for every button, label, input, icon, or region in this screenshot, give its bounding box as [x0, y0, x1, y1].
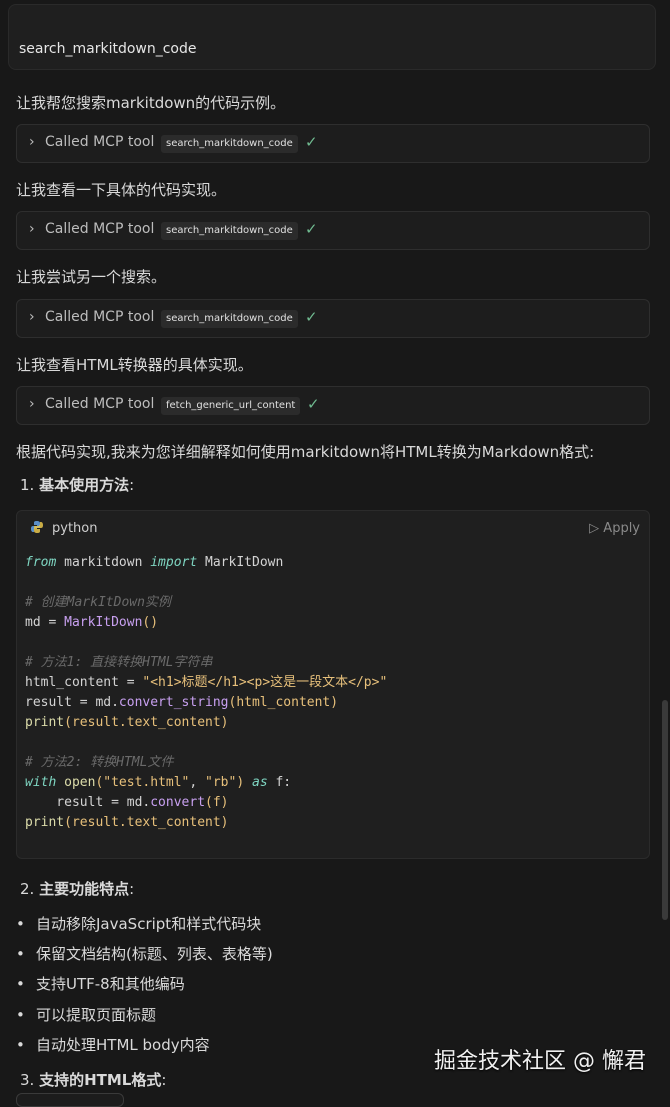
- list-item-text: 自动处理HTML body内容: [36, 1036, 210, 1054]
- bullet-dot: •: [16, 945, 25, 963]
- code-language-label: python: [52, 521, 98, 536]
- tool-call-label: Called MCP tool: [45, 396, 155, 412]
- tool-call-card[interactable]: › Called MCP tool search_markitdown_code…: [16, 299, 650, 338]
- section-title: 基本使用方法: [39, 476, 130, 494]
- section-heading: 1. 基本使用方法:: [20, 474, 134, 495]
- tool-name-badge: search_markitdown_code: [161, 135, 298, 153]
- code-line: from markitdown import MarkItDown: [25, 555, 284, 570]
- tool-name-badge: search_markitdown_code: [161, 310, 298, 328]
- bullet-dot: •: [16, 915, 25, 933]
- assistant-message: 让我尝试另一个搜索。: [16, 268, 167, 286]
- section-number: 2.: [20, 880, 40, 898]
- query-box: search_markitdown_code: [8, 4, 656, 70]
- list-item: • 支持UTF-8和其他编码: [16, 973, 185, 994]
- play-icon: ▷: [589, 521, 604, 536]
- section-colon: :: [129, 880, 135, 898]
- code-line: # 方法2: 转换HTML文件: [25, 755, 174, 770]
- chevron-right-icon: ›: [29, 221, 35, 237]
- apply-label: Apply: [603, 521, 640, 536]
- code-line: result = md.convert_string(html_content): [25, 695, 339, 710]
- code-block: python ▷ Apply from markitdown import Ma…: [16, 510, 650, 859]
- section-title: 主要功能特点: [39, 880, 130, 898]
- intro-paragraph: 根据代码实现,我来为您详细解释如何使用markitdown将HTML转换为Mar…: [16, 443, 595, 461]
- code-line: md = MarkItDown(): [25, 615, 159, 630]
- python-icon: [31, 521, 43, 533]
- list-item-text: 自动移除JavaScript和样式代码块: [36, 915, 262, 933]
- bullet-dot: •: [16, 1006, 25, 1024]
- list-item: • 可以提取页面标题: [16, 1004, 156, 1025]
- tool-name-badge: fetch_generic_url_content: [161, 397, 301, 415]
- list-item-text: 可以提取页面标题: [36, 1006, 157, 1024]
- code-line: print(result.text_content): [25, 715, 229, 730]
- code-line: print(result.text_content): [25, 815, 229, 830]
- section-number: 3.: [20, 1071, 40, 1089]
- section-heading: 2. 主要功能特点:: [20, 878, 134, 899]
- check-icon: ✓: [305, 133, 318, 151]
- scrollbar-thumb[interactable]: [662, 700, 668, 920]
- check-icon: ✓: [305, 220, 318, 238]
- tool-call-card[interactable]: › Called MCP tool search_markitdown_code…: [16, 124, 650, 163]
- list-item: • 自动处理HTML body内容: [16, 1034, 210, 1055]
- tool-call-label: Called MCP tool: [45, 221, 155, 237]
- watermark: 掘金技术社区 @ 懈君: [434, 1049, 646, 1074]
- code-line: with open("test.html", "rb") as f:: [25, 775, 292, 790]
- check-icon: ✓: [307, 395, 320, 413]
- assistant-message: 让我查看一下具体的代码实现。: [16, 181, 227, 199]
- code-line: result = md.convert(f): [25, 795, 229, 810]
- list-item: • 自动移除JavaScript和样式代码块: [16, 913, 261, 934]
- code-line: # 创建MarkItDown实例: [25, 595, 171, 610]
- list-item: • 保留文档结构(标题、列表、表格等): [16, 943, 273, 964]
- section-title: 支持的HTML格式: [39, 1071, 162, 1089]
- tool-name-badge: search_markitdown_code: [161, 222, 298, 240]
- assistant-message: 让我帮您搜索markitdown的代码示例。: [16, 94, 286, 112]
- tool-call-card[interactable]: › Called MCP tool fetch_generic_url_cont…: [16, 386, 650, 425]
- assistant-message: 让我查看HTML转换器的具体实现。: [16, 356, 253, 374]
- bottom-input-pill[interactable]: [16, 1093, 124, 1107]
- list-item-text: 支持UTF-8和其他编码: [36, 975, 185, 993]
- section-heading: 3. 支持的HTML格式:: [20, 1069, 166, 1090]
- query-text: search_markitdown_code: [19, 41, 197, 57]
- list-item-text: 保留文档结构(标题、列表、表格等): [36, 945, 273, 963]
- section-colon: :: [161, 1071, 167, 1089]
- chevron-right-icon: ›: [29, 396, 35, 412]
- bullet-dot: •: [16, 1036, 25, 1054]
- tool-call-label: Called MCP tool: [45, 134, 155, 150]
- code-line: html_content = "<h1>标题</h1><p>这是一段文本</p>…: [25, 675, 388, 690]
- code-body: from markitdown import MarkItDown # 创建Ma…: [25, 553, 641, 833]
- section-number: 1.: [20, 476, 40, 494]
- bullet-dot: •: [16, 975, 25, 993]
- chevron-right-icon: ›: [29, 309, 35, 325]
- tool-call-card[interactable]: › Called MCP tool search_markitdown_code…: [16, 211, 650, 250]
- chevron-right-icon: ›: [29, 134, 35, 150]
- code-header: python ▷ Apply: [17, 511, 649, 545]
- check-icon: ✓: [305, 308, 318, 326]
- tool-call-label: Called MCP tool: [45, 309, 155, 325]
- section-colon: :: [129, 476, 135, 494]
- apply-button[interactable]: ▷ Apply: [589, 521, 640, 536]
- code-line: # 方法1: 直接转换HTML字符串: [25, 655, 213, 670]
